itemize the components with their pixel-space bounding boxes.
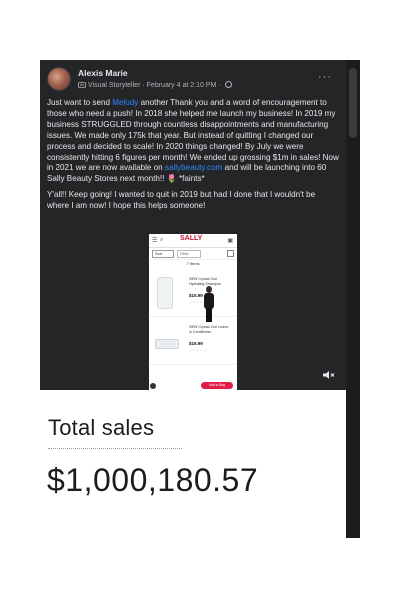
- embedded-phone-screenshot: ☰ ⌕ SALLY ▣ Sort Filter 7 Items NEW Crys…: [149, 234, 237, 390]
- post-date[interactable]: February 4 at 2:10 PM: [147, 82, 217, 89]
- add-to-bag-button: Add to Bag: [201, 382, 233, 389]
- more-options-button[interactable]: ···: [318, 71, 332, 83]
- chat-icon: [150, 383, 156, 389]
- product-title: NEW Crystal Curl Hydrating Shampoo: [189, 277, 221, 286]
- search-icon: ⌕: [160, 237, 164, 243]
- filter-select: Filter: [177, 250, 201, 258]
- cart-icon: ▣: [227, 238, 233, 244]
- grid-view-icon: [227, 250, 234, 257]
- badge-icon: [78, 82, 86, 88]
- author-name[interactable]: Alexis Marie: [78, 68, 128, 78]
- flower-emoji: 🌷: [166, 174, 177, 184]
- product-image: [155, 339, 179, 349]
- product-card: NEW Crystal Curl Hydrating Shampoo $15.9…: [149, 269, 237, 317]
- badge-label: Visual Storyteller: [88, 82, 141, 89]
- person-figure: [202, 286, 216, 322]
- mention-link[interactable]: Melody: [112, 98, 138, 107]
- product-price: $16.99: [189, 341, 203, 346]
- product-card: NEW Crystal Curl Leave-in Conditioner $1…: [149, 317, 237, 365]
- phone-bottom-bar: Add to Bag: [149, 382, 237, 390]
- menu-icon: ☰: [152, 238, 158, 244]
- total-sales-label: Total sales: [48, 415, 155, 440]
- post-body: Just want to send Melody another Thank y…: [47, 98, 339, 217]
- dotted-divider: [48, 448, 182, 449]
- meta-separator-2: ·: [218, 82, 221, 89]
- total-sales-value: $1,000,180.57: [47, 462, 259, 498]
- post-meta: Visual Storyteller · February 4 at 2:10 …: [78, 81, 232, 89]
- side-scrollbar[interactable]: [346, 60, 360, 538]
- product-rating: ☆☆☆☆☆: [189, 348, 208, 352]
- product-image: [157, 277, 173, 309]
- phone-top-bar: ☰ ⌕ SALLY ▣: [149, 234, 237, 248]
- scrollbar-thumb[interactable]: [349, 68, 357, 138]
- sally-logo: SALLY: [180, 235, 203, 242]
- sort-select: Sort: [152, 250, 174, 258]
- avatar[interactable]: [47, 67, 71, 91]
- item-count: 7 Items: [186, 261, 200, 266]
- website-link[interactable]: sallybeauty.com: [165, 163, 222, 172]
- meta-separator: ·: [142, 82, 145, 89]
- volume-icon[interactable]: [322, 370, 336, 380]
- post-paragraph-1: Just want to send Melody another Thank y…: [47, 98, 339, 184]
- product-price: $15.99: [189, 293, 203, 298]
- globe-icon: [224, 81, 232, 88]
- product-title: NEW Crystal Curl Leave-in Conditioner: [189, 325, 230, 334]
- phone-filters: Sort Filter: [149, 248, 237, 260]
- post-header: Alexis Marie Visual Storyteller · Februa…: [47, 65, 338, 97]
- post-paragraph-2: Y'all!! Keep going! I wanted to quit in …: [47, 190, 316, 211]
